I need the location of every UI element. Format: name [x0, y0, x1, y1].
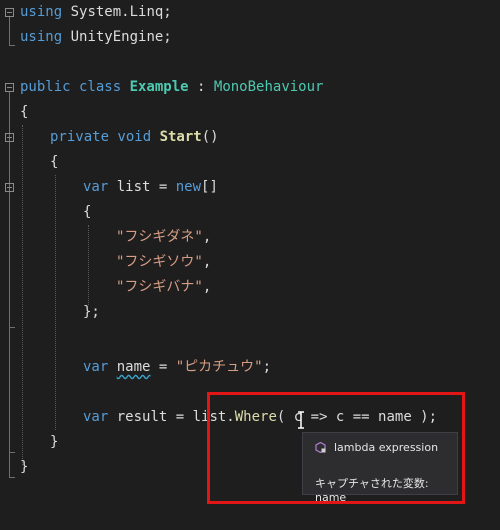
keyword: new — [175, 179, 202, 195]
code-line[interactable]: using System.Linq; — [0, 0, 172, 25]
code-text: , — [202, 279, 212, 295]
string-literal: "フシギソウ" — [116, 254, 203, 270]
indent-guide — [88, 225, 89, 305]
code-text: , — [202, 254, 212, 270]
code-text: { — [20, 104, 29, 120]
code-text: { — [83, 204, 92, 220]
highlight-annotation — [207, 392, 465, 504]
code-text: [] — [201, 179, 218, 195]
code-text: System.Linq; — [62, 4, 172, 20]
code-line[interactable]: "フシギダネ", — [0, 225, 211, 250]
code-text: () — [201, 129, 219, 145]
keyword: var — [83, 409, 109, 425]
code-text: ; — [262, 359, 272, 375]
keyword: private void — [50, 129, 160, 145]
string-literal: "ピカチュウ" — [175, 359, 263, 375]
code-line[interactable]: { — [0, 100, 34, 125]
code-line[interactable]: var list = new[] — [0, 175, 218, 200]
code-line[interactable]: } — [0, 455, 34, 480]
code-text: : — [188, 79, 214, 95]
string-literal: "フシギバナ" — [116, 279, 203, 295]
class-name: Example — [129, 79, 189, 95]
code-editor[interactable]: using System.Linq; using UnityEngine; pu… — [0, 0, 500, 530]
code-line[interactable]: private void Start() — [0, 125, 219, 150]
code-text: = — [150, 359, 176, 375]
code-line[interactable]: { — [0, 200, 91, 225]
code-text: UnityEngine; — [62, 29, 172, 45]
keyword: public class — [20, 79, 130, 95]
code-line[interactable]: var name = "ピカチュウ"; — [0, 355, 271, 380]
variable-name: name — [116, 359, 151, 375]
keyword: var — [83, 359, 109, 375]
code-line[interactable]: } — [0, 430, 58, 455]
code-line[interactable]: { — [0, 150, 58, 175]
code-text: , — [202, 229, 212, 245]
code-line[interactable]: "フシギバナ", — [0, 275, 211, 300]
code-text: { — [50, 154, 59, 170]
code-line[interactable]: }; — [0, 300, 100, 325]
code-text: list = — [108, 179, 176, 195]
keyword: using — [20, 4, 63, 20]
indent-guide — [55, 175, 56, 430]
code-line[interactable]: "フシギソウ", — [0, 250, 211, 275]
code-line[interactable]: using UnityEngine; — [0, 25, 172, 50]
code-line[interactable]: var result = list.Where( c => c == name … — [0, 405, 437, 430]
code-text: } — [20, 459, 29, 475]
code-text: } — [50, 434, 59, 450]
keyword: var — [83, 179, 109, 195]
method-name: Start — [159, 129, 202, 145]
base-type: MonoBehaviour — [213, 79, 324, 95]
string-literal: "フシギダネ" — [116, 229, 203, 245]
keyword: using — [20, 29, 63, 45]
code-text: }; — [83, 304, 100, 320]
code-line[interactable]: public class Example : MonoBehaviour — [0, 75, 323, 100]
